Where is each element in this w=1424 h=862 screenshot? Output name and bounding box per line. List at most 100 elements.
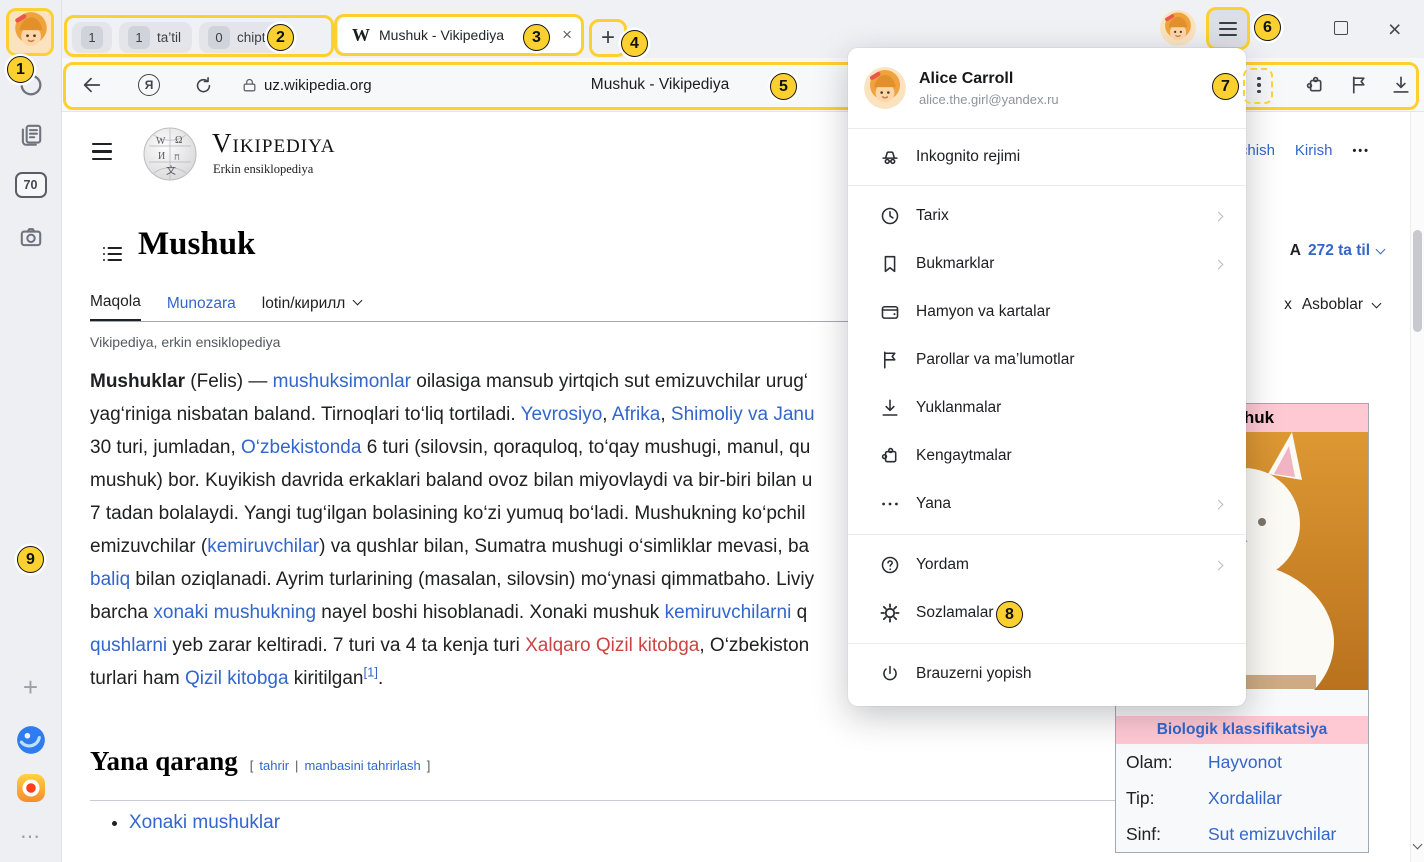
menu-item-downloads[interactable]: Yuklanmalar: [848, 384, 1246, 432]
taxobox-section-header[interactable]: Biologik klassifikatsiya: [1116, 716, 1368, 744]
downloads-button[interactable]: [1388, 58, 1414, 112]
row-value-link[interactable]: Xordalilar: [1208, 788, 1282, 809]
menu-item-bookmarks[interactable]: Bukmarklar: [848, 240, 1246, 288]
chevron-down-icon: [1376, 244, 1386, 254]
wiki-redlink[interactable]: Xalqaro Qizil kitobga: [525, 635, 699, 656]
scrollbar-thumb[interactable]: [1413, 230, 1422, 332]
text-segment: 30 turi, jumladan,: [90, 437, 241, 458]
menu-item-wallet[interactable]: Hamyon va kartalar: [848, 288, 1246, 336]
wiki-link[interactable]: Shimoliy va Janu: [671, 404, 815, 425]
history-icon: [878, 205, 902, 227]
menu-item-help[interactable]: Yordam: [848, 541, 1246, 589]
sidebar-add-button[interactable]: +: [23, 672, 38, 703]
login-link[interactable]: Kirish: [1295, 142, 1333, 159]
sidebar: 70 + ⋯: [0, 0, 62, 862]
tab-close-icon[interactable]: ×: [562, 25, 572, 45]
lock-icon: [241, 77, 258, 94]
wallet-icon: [878, 301, 902, 323]
close-window-button[interactable]: ×: [1388, 13, 1401, 45]
avatar: [1160, 10, 1196, 46]
download-icon: [1390, 74, 1412, 96]
see-also-link[interactable]: Xonaki mushuklar: [129, 812, 280, 834]
back-button[interactable]: [78, 58, 106, 112]
wiki-link[interactable]: qushlarni: [90, 635, 167, 656]
wiki-link[interactable]: xonaki mushukning: [153, 602, 316, 623]
sidebar-more-button[interactable]: ⋯: [20, 824, 41, 849]
menu-item-history[interactable]: Tarix: [848, 192, 1246, 240]
yandex-search-icon: Я: [138, 74, 160, 96]
browser-menu: Alice Carroll alice.the.girl@yandex.ru I…: [848, 48, 1246, 706]
browser-menu-button[interactable]: [1208, 9, 1248, 49]
tab-variant[interactable]: lotin/кирилл: [262, 295, 361, 321]
scroll-down-arrow-icon[interactable]: [1414, 839, 1421, 857]
toolbar-more-button[interactable]: [1250, 58, 1268, 112]
menu-item-label: Yordam: [916, 556, 969, 574]
wiki-link[interactable]: kemiruvchilar: [207, 536, 319, 557]
wiki-link[interactable]: Qizil kitobga: [185, 668, 289, 689]
extensions-button[interactable]: [1302, 58, 1328, 112]
tools-menu[interactable]: x Asboblar: [1284, 296, 1380, 314]
language-selector[interactable]: A 272 ta til: [1290, 242, 1384, 260]
reload-button[interactable]: [190, 58, 216, 112]
see-also-heading: Yana qarang: [90, 746, 238, 777]
url-text[interactable]: uz.wikipedia.org: [264, 58, 372, 112]
notes-icon: [18, 122, 44, 148]
new-tab-button[interactable]: +: [590, 20, 626, 56]
flag-icon: [1348, 74, 1370, 96]
maximize-button[interactable]: [1334, 21, 1348, 35]
scrollbar[interactable]: [1410, 112, 1424, 862]
menu-item-label: Hamyon va kartalar: [916, 303, 1050, 321]
menu-item-incognito[interactable]: Inkognito rejimi: [848, 134, 1246, 180]
menu-item-settings[interactable]: Sozlamalar: [848, 589, 1246, 637]
yandex-search-button[interactable]: Я: [136, 58, 162, 112]
text-segment: ,: [602, 404, 612, 425]
menu-item-label: Inkognito rejimi: [916, 148, 1020, 166]
tools-partial-text: x: [1284, 296, 1292, 314]
menu-item-more[interactable]: Yana: [848, 480, 1246, 528]
reference-link[interactable]: [1]: [364, 665, 378, 680]
wiki-link[interactable]: baliq: [90, 569, 130, 590]
wikipedia-favicon: W: [352, 25, 370, 46]
wiki-link[interactable]: Yevrosiyo: [521, 404, 603, 425]
row-value-link[interactable]: Sut emizuvchilar: [1208, 824, 1336, 845]
site-security-indicator[interactable]: [238, 58, 260, 112]
taxobox-row: Sinf: Sut emizuvchilar: [1116, 816, 1368, 852]
sidebar-browser-logo[interactable]: [15, 724, 47, 756]
contents-toggle-button[interactable]: [100, 242, 124, 271]
menu-item-extensions[interactable]: Kengaytmalar: [848, 432, 1246, 480]
menu-item-passwords[interactable]: Parollar va ma’lumotlar: [848, 336, 1246, 384]
wiki-link[interactable]: mushuksimonlar: [273, 371, 411, 392]
menu-item-quit[interactable]: Brauzerni yopish: [848, 650, 1246, 698]
text-segment: turlari ham: [90, 668, 185, 689]
tab-talk[interactable]: Munozara: [167, 295, 236, 321]
wiki-main-menu-button[interactable]: [92, 143, 112, 160]
tab-group-chip-collapsed[interactable]: 1: [72, 22, 112, 53]
tab-group-chip-tatil[interactable]: 1 ta’til: [119, 22, 192, 53]
edit-source-link[interactable]: manbasini tahrirlash: [304, 758, 420, 773]
sidebar-notes-button[interactable]: [18, 122, 44, 148]
svg-text:Ω: Ω: [175, 135, 182, 146]
tab-article[interactable]: Maqola: [90, 293, 141, 321]
sidebar-counter-badge[interactable]: 70: [15, 172, 47, 198]
row-value-link[interactable]: Hayvonot: [1208, 752, 1282, 773]
text-segment: bilan oziqlanadi. Ayrim turlarining (mas…: [130, 569, 814, 590]
wikipedia-logo[interactable]: W Ω И ח 文: [142, 126, 198, 182]
wikipedia-wordmark[interactable]: Vikipediya: [212, 128, 335, 159]
passwords-button[interactable]: [1346, 58, 1372, 112]
avatar: [9, 9, 53, 53]
wiki-header-more-button[interactable]: •••: [1352, 145, 1370, 157]
wiki-link[interactable]: kemiruvchilarni: [665, 602, 792, 623]
callout-3: 3: [523, 24, 550, 51]
wiki-link[interactable]: Afrika: [612, 404, 661, 425]
profile-avatar-topbar[interactable]: [1160, 10, 1196, 46]
sidebar-yandex-app[interactable]: [15, 772, 47, 804]
sidebar-screenshot-button[interactable]: [18, 224, 44, 250]
text-segment: yeb zarar keltiradi. 7 turi va 4 ta kenj…: [167, 635, 525, 656]
edit-link[interactable]: tahrir: [259, 758, 289, 773]
text-segment: ) va qushlar bilan, Sumatra mushugi o‘si…: [319, 536, 809, 557]
menu-profile-row[interactable]: Alice Carroll alice.the.girl@yandex.ru: [848, 48, 1246, 128]
bookmark-icon: [878, 253, 902, 275]
sidebar-profile-avatar[interactable]: [9, 9, 53, 53]
menu-item-label: Parollar va ma’lumotlar: [916, 351, 1075, 369]
wiki-link[interactable]: O‘zbekistonda: [241, 437, 361, 458]
